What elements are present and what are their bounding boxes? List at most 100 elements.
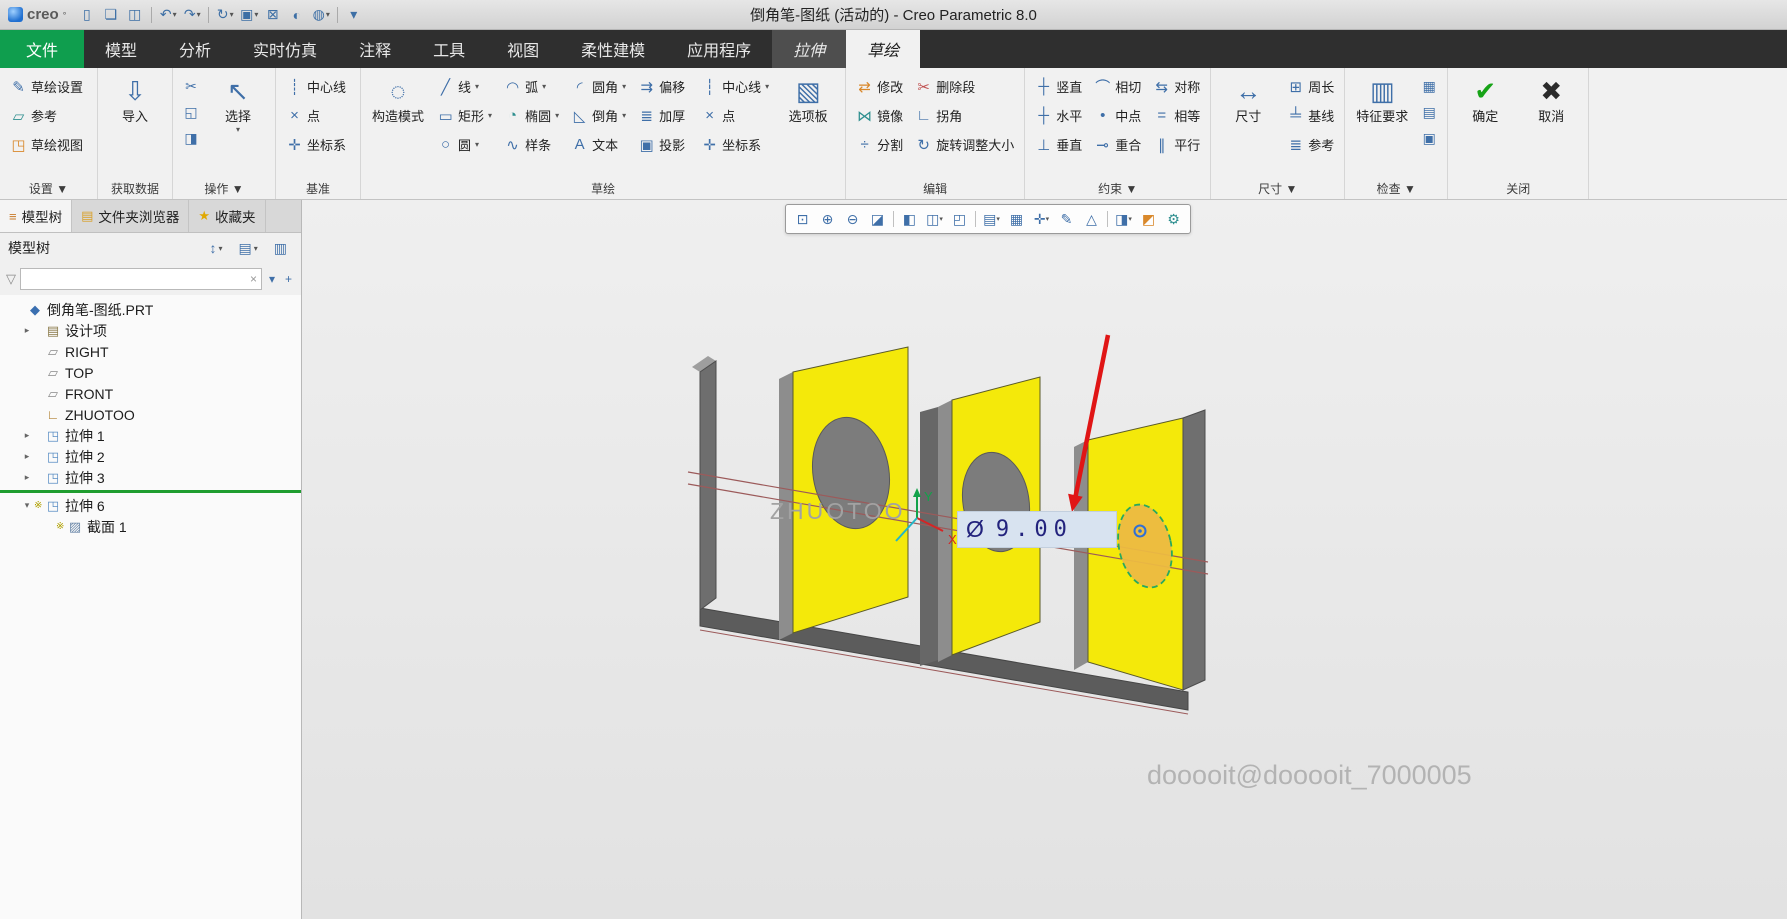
ribbon-button[interactable]: 草绘视图 — [6, 130, 91, 159]
3d-model-canvas[interactable]: Y X — [302, 200, 1787, 919]
tree-item[interactable]: ▸ 拉伸 2 — [0, 446, 301, 467]
datum-display-button[interactable]: ▾ — [1029, 207, 1054, 231]
left-gray-plate[interactable] — [700, 361, 716, 610]
ribbon-button[interactable]: 坐标系 — [697, 130, 773, 159]
tree-item[interactable]: ▾ ※ 拉伸 6 — [0, 495, 301, 516]
constraint-button[interactable]: 相切 — [1090, 72, 1145, 101]
filter-clear-icon[interactable]: × — [250, 272, 257, 286]
right-gray-plate[interactable] — [1183, 410, 1205, 690]
constraint-button[interactable]: 垂直 — [1031, 130, 1086, 159]
tree-expand-arrow[interactable]: ▸ — [20, 472, 34, 483]
plate1-side-face[interactable] — [779, 372, 793, 640]
ok-button[interactable]: 确定 — [1454, 72, 1516, 129]
tab-file[interactable]: 文件 — [0, 30, 84, 68]
construction-mode-button[interactable]: 构造模式 — [367, 72, 429, 129]
import-button[interactable]: 导入 — [104, 72, 166, 129]
ribbon-button[interactable]: 点 — [282, 101, 354, 130]
tree-expand-arrow[interactable]: ▸ — [20, 430, 34, 441]
graphics-viewport[interactable]: Y X — [302, 200, 1787, 919]
ribbon-tab[interactable]: 注释 — [338, 30, 412, 68]
sketch-display-button[interactable]: ▾ — [1111, 207, 1136, 231]
ribbon-button[interactable]: 点 — [697, 101, 773, 130]
constraint-button[interactable]: 水平 — [1031, 101, 1086, 130]
overlapping-geometry-button[interactable] — [1417, 126, 1441, 150]
ribbon-button[interactable]: 中心线 — [282, 72, 354, 101]
ribbon-button[interactable]: 参考 — [1283, 130, 1338, 159]
repaint-button[interactable] — [897, 207, 922, 231]
group-label-operations[interactable]: 操作 ▼ — [173, 180, 275, 197]
tab-extrude-context[interactable]: 拉伸 — [772, 30, 846, 68]
ribbon-tab[interactable]: 模型 — [84, 30, 158, 68]
cancel-button[interactable]: 取消 — [1520, 72, 1582, 129]
constraint-button[interactable]: 重合 — [1090, 130, 1145, 159]
zoom-in-button[interactable] — [815, 207, 840, 231]
annotation-display-button[interactable] — [1054, 207, 1079, 231]
zoom-out-button[interactable] — [840, 207, 865, 231]
ribbon-button[interactable]: 镜像 — [852, 101, 907, 130]
tree-expand-arrow[interactable]: ▸ — [20, 325, 34, 336]
panel-tab[interactable]: 收藏夹 — [189, 200, 265, 232]
tree-item[interactable]: 倒角笔-图纸.PRT — [0, 299, 301, 320]
cut-button[interactable] — [179, 74, 203, 98]
separator[interactable] — [890, 207, 897, 231]
tree-filter-input[interactable] — [25, 272, 250, 287]
ribbon-button[interactable]: 圆角 ▾ — [567, 72, 630, 101]
tree-expand-arrow[interactable]: ▸ — [20, 451, 34, 462]
insertion-indicator-line[interactable] — [0, 490, 301, 493]
open-file-button[interactable]: ❏ — [100, 4, 122, 26]
group-label-dimension[interactable]: 尺寸 ▼ — [1211, 180, 1344, 197]
ribbon-button[interactable]: 投影 — [634, 130, 693, 159]
separator[interactable] — [972, 207, 979, 231]
shade-closed-loops-button[interactable] — [1417, 74, 1441, 98]
ribbon-button[interactable]: 拐角 — [911, 101, 1018, 130]
ribbon-button[interactable]: 弧 ▾ — [500, 72, 563, 101]
ribbon-button[interactable]: 文本 — [567, 130, 630, 159]
ribbon-tab[interactable]: 柔性建模 — [560, 30, 666, 68]
sketch-orientation-button[interactable] — [1136, 207, 1161, 231]
tree-item[interactable]: ZHUOTOO — [0, 404, 301, 425]
panel-tab[interactable]: 文件夹浏览器 — [72, 200, 189, 232]
tree-item[interactable]: RIGHT — [0, 341, 301, 362]
group-label-inspect[interactable]: 检查 ▼ — [1345, 180, 1447, 197]
zoom-region-button[interactable] — [790, 207, 815, 231]
constraint-button[interactable]: 竖直 — [1031, 72, 1086, 101]
separator[interactable] — [205, 4, 212, 26]
ribbon-button[interactable]: 坐标系 — [282, 130, 354, 159]
constraint-button[interactable]: 中点 — [1090, 101, 1145, 130]
redo-button[interactable]: ↷ ▾ — [181, 4, 203, 26]
ribbon-button[interactable]: 分割 — [852, 130, 907, 159]
palette-button[interactable]: 选项板 — [777, 72, 839, 129]
ribbon-button[interactable]: 修改 — [852, 72, 907, 101]
panel-tab[interactable]: 模型树 — [0, 200, 72, 232]
material-sphere-button[interactable]: ◐ — [286, 4, 308, 26]
ribbon-button[interactable]: 圆 ▾ — [433, 130, 496, 159]
saved-orientations-button[interactable]: ▾ — [979, 207, 1004, 231]
plate2-side-face[interactable] — [938, 400, 952, 662]
ribbon-tab[interactable]: 工具 — [412, 30, 486, 68]
ribbon-button[interactable]: 参考 — [6, 101, 91, 130]
undo-button[interactable]: ↶ ▾ — [157, 4, 179, 26]
ribbon-button[interactable]: 线 ▾ — [433, 72, 496, 101]
ribbon-button[interactable]: 草绘设置 — [6, 72, 91, 101]
perspective-button[interactable] — [947, 207, 972, 231]
regenerate-button[interactable]: ↻ ▾ — [214, 4, 236, 26]
ribbon-button[interactable]: 样条 — [500, 130, 563, 159]
tree-item[interactable]: ▸ 设计项 — [0, 320, 301, 341]
ribbon-button[interactable]: 删除段 — [911, 72, 1018, 101]
save-button[interactable]: ◫ — [124, 4, 146, 26]
tree-item[interactable]: TOP — [0, 362, 301, 383]
ribbon-tab[interactable]: 实时仿真 — [232, 30, 338, 68]
copy-button[interactable] — [179, 100, 203, 124]
render-style-button[interactable]: ◍ ▾ — [310, 4, 332, 26]
tree-item[interactable]: ▸ 拉伸 1 — [0, 425, 301, 446]
ribbon-button[interactable]: 倒角 ▾ — [567, 101, 630, 130]
ribbon-tab[interactable]: 应用程序 — [666, 30, 772, 68]
select-button[interactable]: 选择 ▾ — [207, 72, 269, 138]
separator[interactable] — [334, 4, 341, 26]
dimension-button[interactable]: 尺寸 — [1217, 72, 1279, 129]
ribbon-button[interactable]: 加厚 — [634, 101, 693, 130]
ribbon-button[interactable]: 矩形 ▾ — [433, 101, 496, 130]
new-file-button[interactable]: ▯ — [76, 4, 98, 26]
tree-filters-button[interactable]: ▾ — [206, 238, 227, 258]
paste-button[interactable] — [179, 126, 203, 150]
